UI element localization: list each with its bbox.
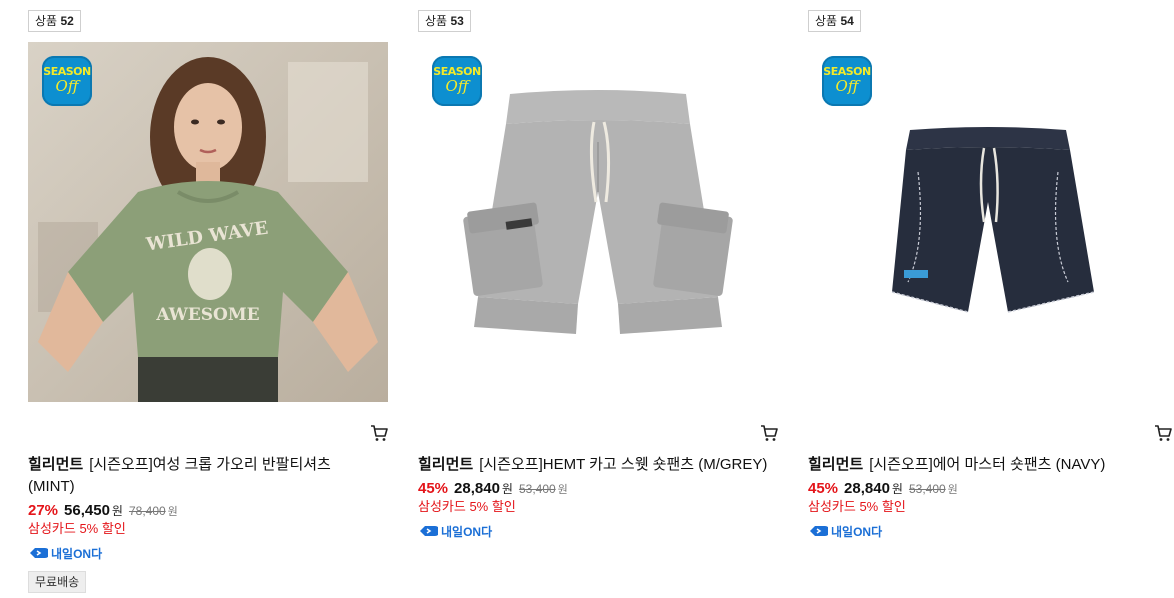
product-image[interactable]: SEASON Off	[808, 42, 1168, 402]
price-row: 27% 56,450 원 78,400 원	[28, 500, 178, 522]
badge-number: 53	[450, 14, 464, 28]
original-price: 78,400	[128, 504, 166, 518]
season-badge-bottom: Off	[55, 77, 79, 95]
card-discount: 삼성카드 5% 할인	[808, 499, 906, 514]
season-off-badge: SEASON Off	[822, 56, 872, 106]
price-unit: 원	[501, 482, 513, 496]
delivery-rocket-icon	[810, 526, 828, 536]
product-card-53[interactable]: 상품 53 SEASON Off 힐리먼트 [시즌오프]HEMT 카고 스웻 숏…	[418, 0, 780, 598]
product-image[interactable]: SEASON Off	[418, 42, 778, 402]
price-unit: 원	[891, 482, 903, 496]
product-title[interactable]: 힐리먼트 [시즌오프]HEMT 카고 스웻 숏팬츠 (M/GREY)	[418, 454, 768, 476]
card-discount: 삼성카드 5% 할인	[28, 521, 126, 536]
original-price-unit: 원	[167, 506, 178, 518]
price-row: 45% 28,840 원 53,400 원	[418, 478, 568, 500]
product-card-54[interactable]: 상품 54 SEASON Off 힐리먼트[시즌오프]에어 마스터 숏팬츠 (	[808, 0, 1172, 598]
product-number-badge: 상품 53	[418, 10, 471, 32]
sale-price: 28,840	[454, 480, 500, 497]
delivery-rocket-icon	[30, 548, 48, 558]
cart-icon[interactable]	[370, 424, 388, 442]
product-number-badge: 상품 54	[808, 10, 861, 32]
delivery-rocket-icon	[420, 526, 438, 536]
svg-text:AWESOME: AWESOME	[155, 305, 259, 325]
sale-price: 56,450	[64, 502, 110, 519]
original-price-unit: 원	[557, 484, 568, 496]
season-badge-bottom: Off	[835, 77, 859, 95]
tomorrow-delivery-badge: 내일ON다	[418, 523, 492, 539]
delivery-badge-text: 내일ON다	[51, 546, 103, 561]
delivery-badge-text: 내일ON다	[441, 524, 493, 539]
product-name: [시즌오프]HEMT 카고 스웻 숏팬츠 (M/GREY)	[479, 456, 768, 473]
discount-rate: 27%	[28, 502, 59, 519]
badge-label: 상품	[425, 14, 448, 28]
badge-label: 상품	[35, 14, 58, 28]
card-discount: 삼성카드 5% 할인	[418, 499, 516, 514]
badge-label: 상품	[815, 14, 838, 28]
tomorrow-delivery-badge: 내일ON다	[808, 523, 882, 539]
original-price: 53,400	[518, 482, 556, 496]
badge-number: 52	[60, 14, 74, 28]
original-price: 53,400	[908, 482, 946, 496]
free-shipping-tag: 무료배송	[28, 571, 87, 593]
badge-number: 54	[840, 14, 854, 28]
brand-name: 힐리먼트	[28, 456, 84, 473]
product-card-52[interactable]: 상품 52 WILD WAVE AWESOME SEASON Off 힐리먼트 …	[28, 0, 390, 598]
discount-rate: 45%	[418, 480, 449, 497]
product-title[interactable]: 힐리먼트 [시즌오프]여성 크롭 가오리 반팔티셔츠 (MINT)	[28, 454, 378, 498]
cart-icon[interactable]	[1154, 424, 1172, 442]
delivery-badge-text: 내일ON다	[831, 524, 883, 539]
original-price-unit: 원	[947, 484, 958, 496]
product-name: [시즌오프]에어 마스터 숏팬츠 (NAVY)	[869, 456, 1106, 473]
sale-price: 28,840	[844, 480, 890, 497]
price-unit: 원	[111, 504, 123, 518]
discount-rate: 45%	[808, 480, 839, 497]
cart-icon[interactable]	[760, 424, 778, 442]
season-badge-bottom: Off	[445, 77, 469, 95]
season-off-badge: SEASON Off	[432, 56, 482, 106]
product-title[interactable]: 힐리먼트 [시즌오프]에어 마스터 숏팬츠 (NAVY)	[808, 454, 1158, 476]
season-off-badge: SEASON Off	[42, 56, 92, 106]
price-row: 45% 28,840 원 53,400 원	[808, 478, 958, 500]
product-number-badge: 상품 52	[28, 10, 81, 32]
brand-name: 힐리먼트	[418, 456, 474, 473]
product-image[interactable]: WILD WAVE AWESOME SEASON Off	[28, 42, 388, 402]
tomorrow-delivery-badge: 내일ON다	[28, 545, 102, 561]
brand-name: 힐리먼트	[808, 456, 864, 473]
